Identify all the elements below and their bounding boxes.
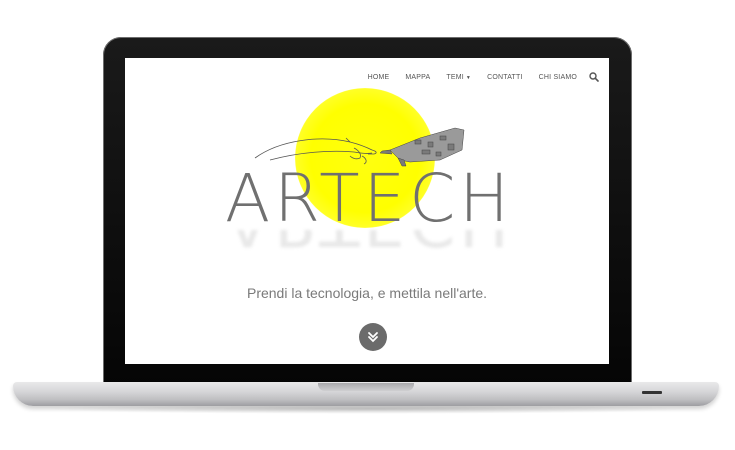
search-icon[interactable]	[589, 72, 599, 82]
nav-contatti[interactable]: CONTATTI	[479, 74, 531, 81]
nav-home[interactable]: HOME	[360, 74, 398, 81]
chevron-double-down-icon	[368, 332, 378, 343]
nav-mappa[interactable]: MAPPA	[397, 74, 438, 81]
laptop-led	[642, 391, 662, 394]
nav-temi[interactable]: TEMI ▼	[438, 74, 479, 81]
caret-down-icon: ▼	[465, 74, 472, 81]
logo-reflection: ARTECH	[225, 230, 545, 254]
website-screen: HOME MAPPA TEMI ▼ CONTATTI CHI SIAMO ART…	[125, 58, 609, 364]
top-nav: HOME MAPPA TEMI ▼ CONTATTI CHI SIAMO	[360, 72, 599, 82]
tagline: Prendi la tecnologia, e mettila nell'art…	[246, 285, 488, 301]
laptop-notch	[318, 383, 414, 391]
scroll-down-button[interactable]	[359, 323, 387, 351]
nav-chi-siamo[interactable]: CHI SIAMO	[531, 74, 585, 81]
artech-logo: ARTECH	[225, 160, 513, 237]
nav-temi-label: TEMI	[446, 73, 464, 81]
